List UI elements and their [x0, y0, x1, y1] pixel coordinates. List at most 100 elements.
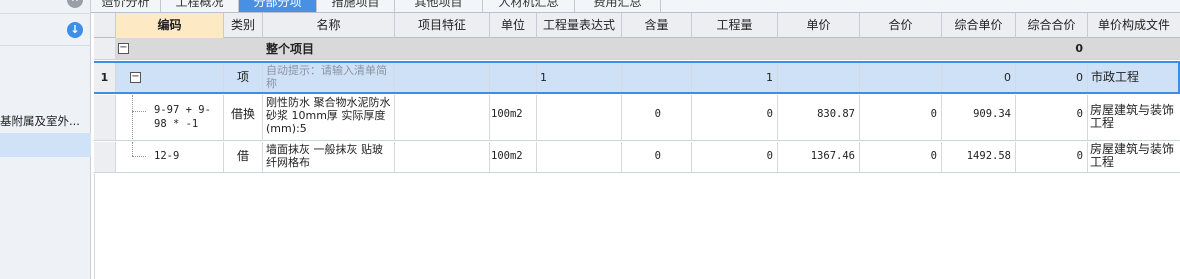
header-name[interactable]: 名称: [263, 13, 395, 38]
feature-cell[interactable]: [395, 63, 490, 92]
row-number: [94, 95, 116, 140]
header-comp-price[interactable]: 综合单价: [942, 13, 1016, 38]
feature-cell[interactable]: [395, 142, 490, 172]
grid-header: 编码 类别 名称 项目特征 单位 工程量表达式 含量 工程量 单价 合价 综合单…: [94, 13, 1180, 38]
header-total[interactable]: 合价: [860, 13, 942, 38]
file-cell[interactable]: 房屋建筑与装饰工程: [1088, 142, 1180, 172]
header-price[interactable]: 单价: [778, 13, 860, 38]
table-row-total[interactable]: − 整个项目 0: [94, 38, 1180, 60]
name-cell[interactable]: 刚性防水 聚合物水泥防水砂浆 10mm厚 实际厚度(mm):5: [263, 95, 395, 140]
tab-cost-analysis[interactable]: 造价分析: [91, 0, 161, 12]
comp-total-cell: 0: [1016, 38, 1088, 59]
unit-cell[interactable]: 100m2: [490, 95, 537, 140]
code-cell[interactable]: 9-97 + 9-98 * -1: [116, 95, 224, 140]
header-feature[interactable]: 项目特征: [395, 13, 490, 38]
header-type[interactable]: 类别: [224, 13, 263, 38]
download-icon[interactable]: ↓: [67, 22, 83, 38]
qty-cell: [692, 38, 778, 59]
tab-other-items[interactable]: 其他项目: [395, 0, 483, 12]
tab-measures[interactable]: 措施项目: [317, 0, 395, 12]
qty-cell[interactable]: 0: [692, 95, 778, 140]
comp-price-cell: [942, 38, 1016, 59]
qty-cell[interactable]: 0: [692, 142, 778, 172]
tree-line: [132, 142, 133, 156]
file-cell: [1088, 38, 1180, 59]
price-cell[interactable]: 1367.46: [778, 142, 860, 172]
total-cell[interactable]: 0: [860, 95, 942, 140]
total-cell[interactable]: [860, 63, 942, 92]
row-number: [94, 38, 116, 59]
tab-sub-items[interactable]: 分部分项: [239, 0, 317, 12]
total-cell[interactable]: 0: [860, 142, 942, 172]
close-icon[interactable]: ✕: [67, 0, 83, 8]
content-cell: [622, 38, 692, 59]
header-code[interactable]: 编码: [116, 13, 224, 38]
tree-line: [132, 156, 146, 157]
grid-line: [94, 174, 95, 279]
comp-total-cell[interactable]: 0: [1016, 95, 1088, 140]
header-qty[interactable]: 工程量: [692, 13, 778, 38]
tree-item-selected[interactable]: [0, 133, 91, 157]
divider: [0, 13, 91, 14]
tab-project-overview[interactable]: 工程概况: [161, 0, 239, 12]
code-text: 9-97 + 9-98 * -1: [154, 104, 211, 130]
app-window: ✕ ↓ 基附属及室外... 造价分析 工程概况 分部分项 措施项目 其他项目 人…: [0, 0, 1180, 279]
tab-fee-summary[interactable]: 费用汇总: [575, 0, 661, 12]
row-number: [94, 142, 116, 172]
code-text: 12-9: [154, 150, 180, 162]
header-file[interactable]: 单价构成文件: [1088, 13, 1180, 38]
qty-cell[interactable]: 1: [692, 63, 778, 92]
table-row[interactable]: 9-97 + 9-98 * -1 借换 刚性防水 聚合物水泥防水砂浆 10mm厚…: [94, 95, 1180, 141]
collapse-icon[interactable]: −: [118, 43, 129, 54]
content-cell[interactable]: 0: [622, 95, 692, 140]
expr-cell[interactable]: [537, 142, 622, 172]
tree-line: [132, 111, 146, 112]
table-row[interactable]: 12-9 借 墙面抹灰 一般抹灰 贴玻纤网格布 100m2 0 0 1367.4…: [94, 142, 1180, 173]
bill-grid: 编码 类别 名称 项目特征 单位 工程量表达式 含量 工程量 单价 合价 综合单…: [94, 13, 1180, 279]
content-cell[interactable]: 0: [622, 142, 692, 172]
comp-price-cell[interactable]: 1492.58: [942, 142, 1016, 172]
unit-cell: [490, 38, 537, 59]
tree-line: [132, 95, 133, 140]
price-cell: [778, 38, 860, 59]
content-cell[interactable]: [622, 63, 692, 92]
expr-cell[interactable]: [537, 95, 622, 140]
file-cell[interactable]: 市政工程: [1088, 63, 1178, 92]
table-row-selected[interactable]: 1 − 项 自动提示：请输入清单简称 1 1 0 0 市政工程: [94, 61, 1180, 94]
unit-cell[interactable]: 100m2: [490, 142, 537, 172]
price-cell[interactable]: 830.87: [778, 95, 860, 140]
type-cell: [224, 38, 263, 59]
collapse-icon[interactable]: −: [130, 72, 141, 83]
type-cell[interactable]: 项: [224, 63, 263, 92]
expr-cell: [537, 38, 622, 59]
tab-bar: 造价分析 工程概况 分部分项 措施项目 其他项目 人材机汇总 费用汇总: [91, 0, 1180, 13]
comp-price-cell[interactable]: 909.34: [942, 95, 1016, 140]
type-cell[interactable]: 借换: [224, 95, 263, 140]
feature-cell[interactable]: [395, 95, 490, 140]
tree-item-foundation[interactable]: 基附属及室外...: [0, 111, 91, 131]
divider: [0, 45, 91, 46]
price-cell[interactable]: [778, 63, 860, 92]
type-cell[interactable]: 借: [224, 142, 263, 172]
file-cell[interactable]: 房屋建筑与装饰工程: [1088, 95, 1180, 140]
tab-materials-summary[interactable]: 人材机汇总: [483, 0, 575, 12]
comp-total-cell[interactable]: 0: [1016, 142, 1088, 172]
header-comp-total[interactable]: 综合合价: [1016, 13, 1088, 38]
header-content[interactable]: 含量: [622, 13, 692, 38]
header-expr[interactable]: 工程量表达式: [537, 13, 622, 38]
code-cell[interactable]: −: [116, 63, 224, 92]
comp-total-cell[interactable]: 0: [1016, 63, 1088, 92]
left-tree-panel: ✕ ↓ 基附属及室外...: [0, 0, 91, 279]
name-cell[interactable]: 整个项目: [263, 38, 395, 59]
feature-cell: [395, 38, 490, 59]
code-cell[interactable]: 12-9: [116, 142, 224, 172]
code-cell: −: [116, 38, 224, 59]
row-number: 1: [94, 63, 116, 92]
unit-cell[interactable]: [490, 63, 537, 92]
comp-price-cell[interactable]: 0: [942, 63, 1016, 92]
header-unit[interactable]: 单位: [490, 13, 537, 38]
name-cell[interactable]: 墙面抹灰 一般抹灰 贴玻纤网格布: [263, 142, 395, 172]
expr-cell[interactable]: 1: [537, 63, 622, 92]
name-input[interactable]: 自动提示：请输入清单简称: [263, 63, 395, 92]
total-cell: [860, 38, 942, 59]
